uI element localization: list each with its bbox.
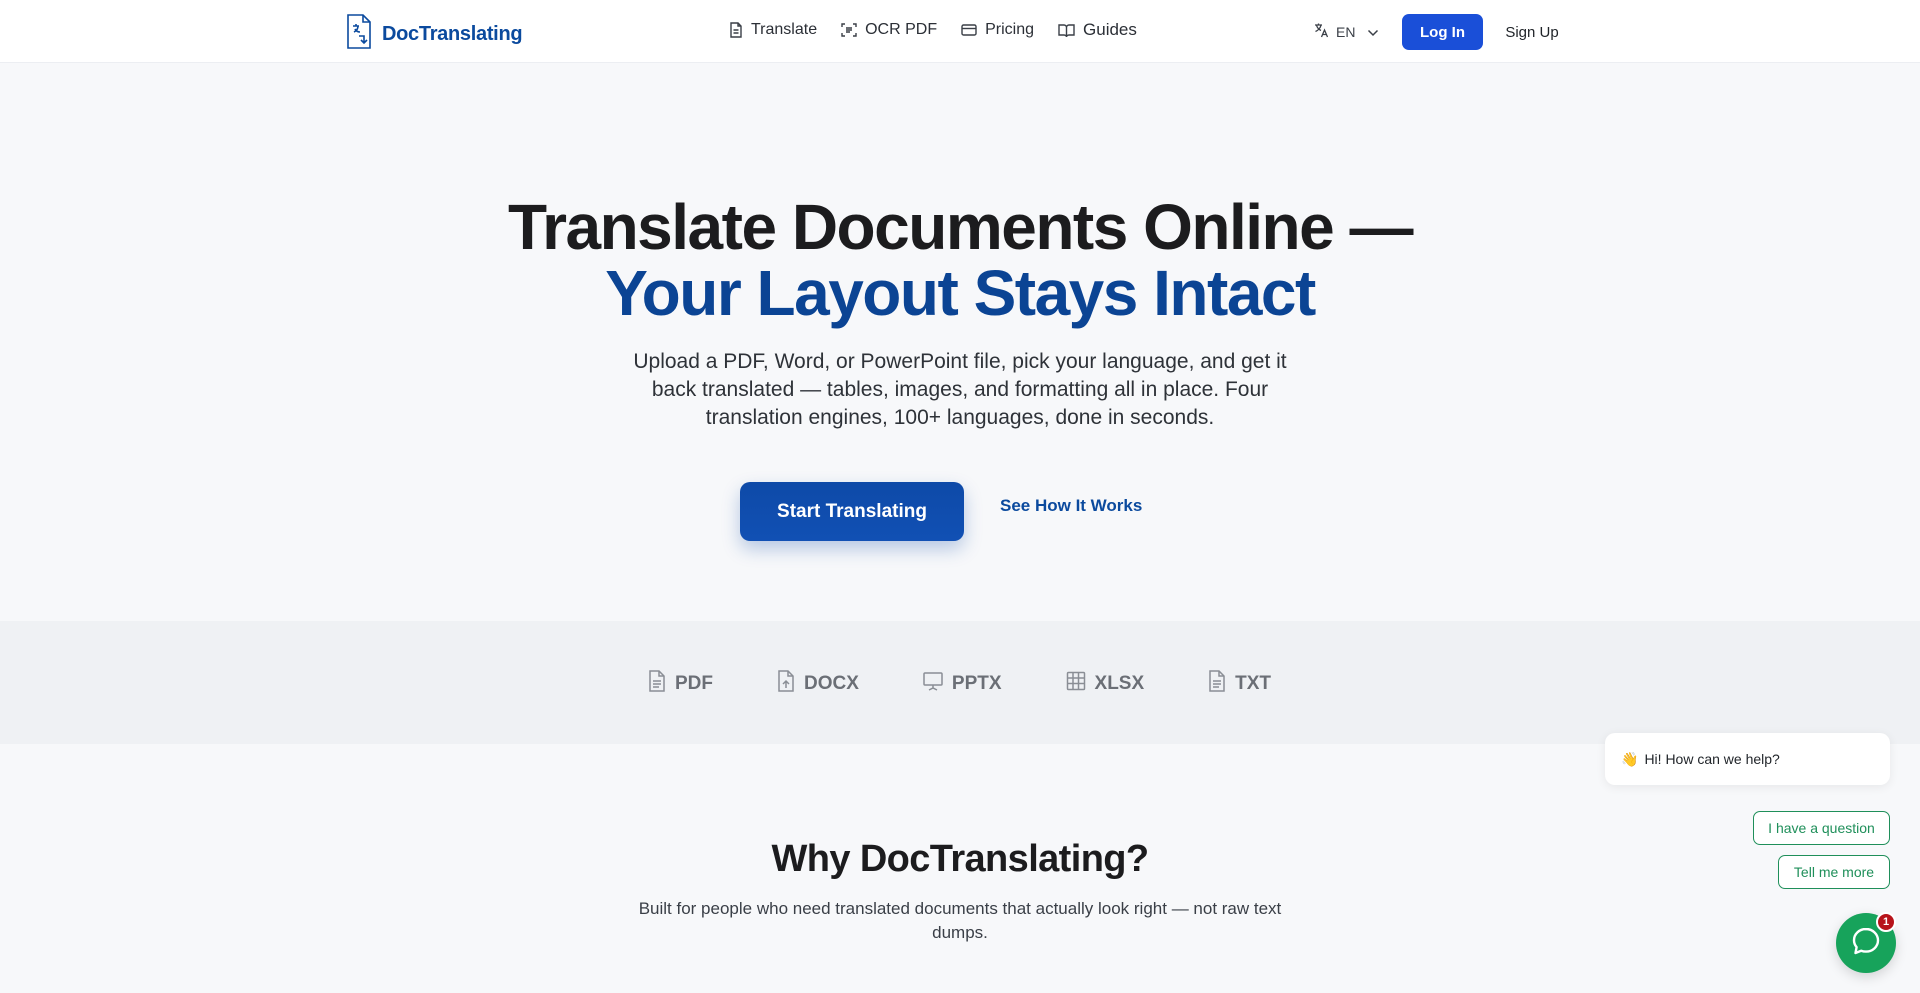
nav-ocr-pdf[interactable]: OCR PDF (841, 21, 937, 39)
chevron-down-icon (1362, 24, 1379, 40)
see-how-it-works-link[interactable]: See How It Works (1000, 496, 1142, 516)
nav-pricing-label: Pricing (985, 21, 1035, 38)
why-section-title: Why DocTranslating? (771, 838, 1149, 880)
language-code: EN (1336, 23, 1356, 40)
login-button[interactable]: Log In (1402, 14, 1483, 50)
book-icon (1058, 23, 1075, 38)
hero-title-line2: Your Layout Stays Intact (605, 257, 1316, 329)
format-list: PDF DOCX PPTX XLSX TXT (648, 670, 1335, 698)
chat-bubble-icon (1851, 926, 1881, 961)
format-docx: DOCX (777, 670, 859, 698)
presentation-icon (923, 671, 943, 697)
file-upload-icon (777, 670, 795, 698)
nav-ocr-label: OCR PDF (865, 21, 938, 38)
chat-option-question[interactable]: I have a question (1753, 811, 1890, 845)
nav-pricing[interactable]: Pricing (961, 21, 1034, 39)
hero-subtitle: Upload a PDF, Word, or PowerPoint file, … (633, 350, 1287, 429)
chat-unread-badge: 1 (1876, 912, 1896, 932)
file-text-icon (648, 670, 666, 698)
brand-name: DocTranslating (382, 22, 523, 45)
format-txt: TXT (1208, 670, 1271, 698)
format-pptx: PPTX (923, 671, 1002, 697)
chat-greeting-text: Hi! How can we help? (1644, 751, 1780, 767)
credit-card-icon (961, 23, 977, 37)
hero-title: Translate Documents Online — Your Layout… (0, 194, 1920, 326)
hero-title-line1: Translate Documents Online — (508, 191, 1414, 263)
why-section-subtitle: Built for people who need translated doc… (638, 899, 1282, 942)
site-header: DocTranslating Translate OCR PDF Pricing… (0, 0, 1920, 63)
nav-translate[interactable]: Translate (729, 21, 817, 39)
format-docx-label: DOCX (804, 673, 859, 694)
signup-button[interactable]: Sign Up (1496, 14, 1568, 50)
chat-greeting-bubble: 👋 Hi! How can we help? (1605, 733, 1890, 785)
scan-icon (841, 22, 857, 38)
table-icon (1066, 671, 1086, 697)
nav-guides[interactable]: Guides (1058, 20, 1137, 40)
document-icon (729, 22, 743, 38)
format-txt-label: TXT (1235, 673, 1272, 694)
format-xlsx: XLSX (1066, 671, 1145, 697)
language-selector[interactable]: EN (1313, 22, 1379, 41)
format-xlsx-label: XLSX (1094, 673, 1145, 694)
format-pptx-label: PPTX (951, 673, 1002, 694)
chat-option-tell-more[interactable]: Tell me more (1778, 855, 1890, 889)
start-translating-button[interactable]: Start Translating (740, 482, 964, 541)
doc-translate-logo-icon (344, 13, 374, 55)
waving-hand-icon: 👋 (1621, 750, 1639, 767)
file-text-icon (1208, 670, 1226, 698)
supported-formats-band: PDF DOCX PPTX XLSX TXT (0, 621, 1920, 744)
nav-guides-label: Guides (1083, 20, 1137, 39)
format-pdf-label: PDF (675, 673, 713, 694)
main-nav: Translate OCR PDF Pricing Guides (729, 20, 1161, 40)
translate-icon (1313, 22, 1329, 41)
format-pdf: PDF (648, 670, 713, 698)
nav-translate-label: Translate (751, 21, 818, 38)
brand-logo[interactable]: DocTranslating (344, 13, 523, 55)
